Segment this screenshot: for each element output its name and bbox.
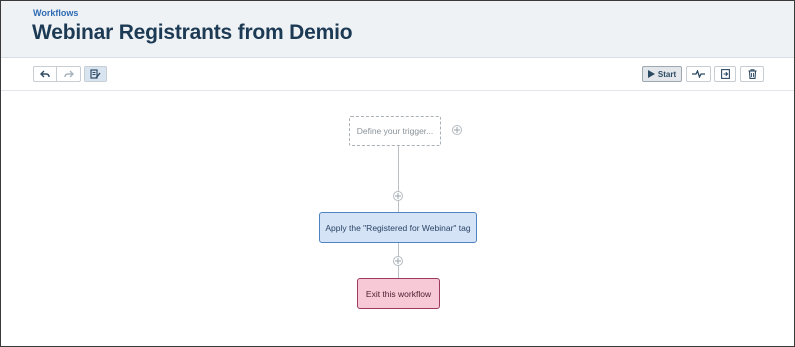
export-button[interactable]	[714, 66, 736, 82]
export-icon	[720, 69, 730, 79]
start-button-label: Start	[657, 69, 677, 79]
workflow-canvas[interactable]: Define your trigger... Apply the "Regist…	[1, 91, 794, 346]
workflow-editor-window: Workflows Webinar Registrants from Demio	[0, 0, 795, 347]
apply-tag-action-node[interactable]: Apply the "Registered for Webinar" tag	[319, 212, 477, 243]
trigger-node[interactable]: Define your trigger...	[349, 116, 441, 146]
edit-settings-icon	[90, 69, 101, 79]
activity-button[interactable]	[686, 66, 711, 82]
redo-icon	[63, 70, 74, 77]
undo-button[interactable]	[33, 66, 57, 82]
start-button[interactable]: Start	[642, 66, 682, 82]
plus-icon	[395, 258, 401, 264]
play-icon	[647, 70, 655, 78]
action-label: Apply the "Registered for Webinar" tag	[325, 222, 471, 233]
toolbar: Start	[1, 58, 794, 91]
add-step-plus-icon[interactable]	[393, 256, 403, 266]
plus-icon	[454, 127, 460, 133]
page-title: Webinar Registrants from Demio	[32, 21, 353, 44]
add-trigger-plus-icon[interactable]	[452, 125, 462, 135]
add-step-plus-icon[interactable]	[393, 191, 403, 201]
edit-settings-button[interactable]	[84, 66, 107, 82]
trash-icon	[748, 69, 756, 79]
breadcrumb-workflows[interactable]: Workflows	[33, 8, 78, 18]
exit-workflow-node[interactable]: Exit this workflow	[357, 278, 440, 309]
trigger-placeholder: Define your trigger...	[356, 126, 434, 136]
connector-trigger-to-action	[398, 146, 399, 212]
exit-label: Exit this workflow	[365, 288, 432, 299]
plus-icon	[395, 193, 401, 199]
redo-button[interactable]	[57, 66, 81, 82]
activity-pulse-icon	[692, 70, 705, 78]
undo-icon	[40, 70, 50, 77]
page-header: Workflows Webinar Registrants from Demio	[1, 1, 794, 58]
delete-button[interactable]	[740, 66, 764, 82]
